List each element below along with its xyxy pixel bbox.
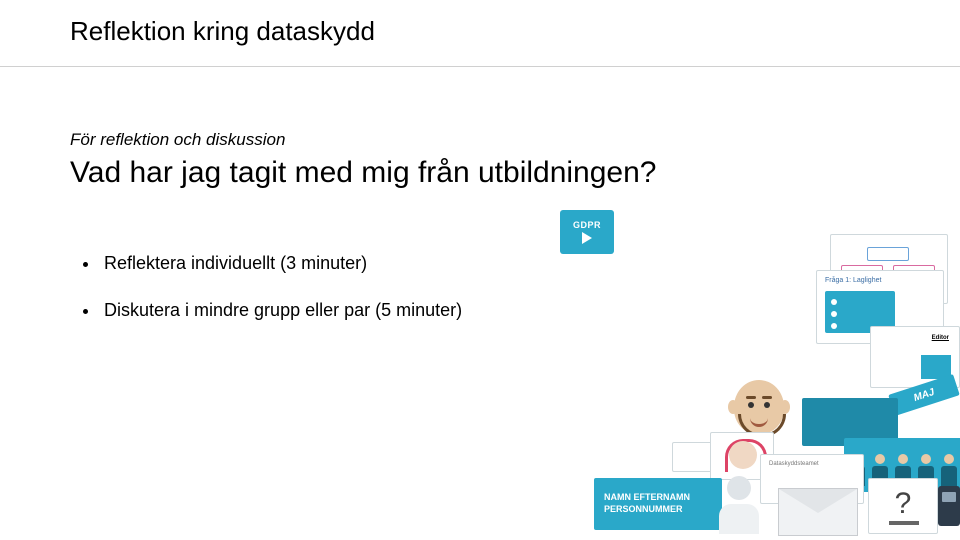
name-line: PERSONNUMMER [604, 504, 722, 516]
card-heading: Dataskyddsteamet [769, 461, 819, 467]
divider [0, 66, 960, 67]
editor-label: Editor [932, 335, 949, 341]
avatar-icon [726, 374, 792, 440]
thumbnail-card: ? [868, 478, 938, 534]
slide: Reflektion kring dataskydd För reflektio… [0, 0, 960, 540]
bullet-list: Reflektera individuellt (3 minuter) Disk… [82, 252, 462, 347]
phone-icon [938, 486, 960, 526]
subtitle: För reflektion och diskussion [70, 130, 285, 150]
main-question: Vad har jag tagit med mig från utbildnin… [70, 156, 656, 190]
image-collage: GDPR Fråga 1: Laglighet Editor MAJ [560, 210, 960, 540]
gdpr-badge: GDPR [560, 210, 614, 254]
bullet-item: Diskutera i mindre grupp eller par (5 mi… [100, 299, 462, 322]
slide-title: Reflektion kring dataskydd [70, 16, 375, 47]
envelope-icon [778, 488, 858, 536]
question-mark-icon: ? [869, 487, 937, 521]
name-line: NAMN EFTERNAMN [604, 492, 722, 504]
gdpr-label: GDPR [573, 220, 601, 230]
name-card: NAMN EFTERNAMN PERSONNUMMER [594, 478, 722, 530]
bullet-item: Reflektera individuellt (3 minuter) [100, 252, 462, 275]
card-heading: Fråga 1: Laglighet [825, 277, 881, 284]
play-icon [582, 232, 592, 244]
person-icon [712, 476, 766, 536]
